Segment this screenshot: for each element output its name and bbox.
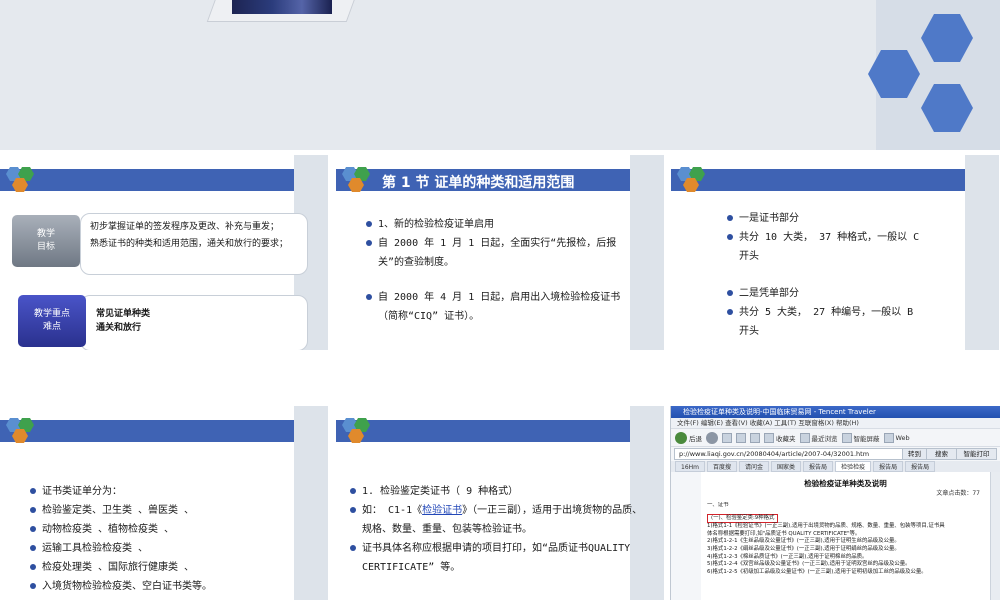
objective-label: 教学 目标: [12, 215, 80, 267]
print-button[interactable]: 智能打印: [956, 449, 996, 459]
go-button[interactable]: 转到: [902, 449, 926, 459]
search-button[interactable]: 搜索: [926, 449, 956, 459]
hexagon-logo: [677, 167, 705, 192]
url-text[interactable]: p://www.liaqi.gov.cn/20080404/article/20…: [679, 449, 902, 459]
bullet-list: 证书类证单分为： 检验鉴定类、卫生类 、兽医类 、 动物检疫类 、植物检疫类 、…: [30, 482, 298, 596]
section-heading: 一、证书: [707, 502, 729, 508]
list-item: 共分 10 大类， 37 种格式，一般以 C 开头: [727, 228, 927, 266]
certificate-link[interactable]: 检验证书: [422, 505, 462, 516]
document-line: 5)格式1-2-4《双宫丝品级及公量证书》(一正三副),适用于证明双宫丝的品级及…: [707, 561, 911, 568]
browser-tab[interactable]: 百度搜: [707, 461, 738, 472]
list-item: 入境货物检验检疫类、空白证书类等。: [30, 577, 298, 596]
hexagon-logo: [6, 167, 34, 192]
web-button[interactable]: Web: [883, 432, 910, 443]
list-item: 共分 5 大类， 27 种编号，一般以 B 开头: [727, 303, 927, 341]
key-points-text: 常见证单种类 通关和放行: [96, 309, 151, 333]
slide-thumbnail-5[interactable]: 1. 检验鉴定类证书（ 9 种格式） 如： C1-1《检验证书》（一正三副），适…: [336, 406, 664, 600]
bullet-list: 1、新的检验检疫证单启用 自 2000 年 1 月 1 日起，全面实行“先报检，…: [366, 215, 634, 326]
presentation-slide-sorter: 教学 目标 初步掌握证单的签发程序及更改、补充与重发； 熟悉证书的种类和适用范围…: [0, 0, 1000, 600]
document-line: 6)格式1-2-5《初级加工品级及公量证书》(一正三副),适用于证明初级加工丝的…: [707, 568, 927, 575]
browser-tab[interactable]: 报告局: [873, 461, 904, 472]
slide-thumbnail-3[interactable]: 一是证书部分 共分 10 大类， 37 种格式，一般以 C 开头 二是凭单部分 …: [671, 155, 999, 350]
smart-block-button[interactable]: 智能屏蔽: [841, 432, 880, 443]
globe-icon: [883, 432, 894, 443]
document-line: 2)格式1-2-1《生丝品级及公量证书》(一正三副),适用于证明生丝的品级及公量…: [707, 538, 900, 545]
list-item: 动物检疫类 、植物检疫类 、: [30, 520, 298, 539]
click-count: 文章点击数：77: [936, 490, 980, 497]
back-button[interactable]: 后退: [675, 431, 702, 444]
browser-tab[interactable]: 报告局: [905, 461, 936, 472]
home-icon[interactable]: [750, 432, 760, 443]
side-strip: [294, 406, 328, 600]
favorites-button[interactable]: 收藏夹: [764, 432, 796, 443]
history-button[interactable]: 最近浏览: [799, 432, 838, 443]
browser-tab-active[interactable]: 检验检疫: [835, 461, 872, 472]
bullet-list: 一是证书部分 共分 10 大类， 37 种格式，一般以 C 开头 二是凭单部分 …: [727, 209, 927, 341]
list-item: 一是证书部分: [727, 209, 927, 228]
title-band: [0, 169, 328, 191]
list-item: 自 2000 年 1 月 1 日起，全面实行“先报检，后报关”的查验制度。: [366, 234, 634, 272]
document-body: 一、证书 (一)、检验鉴定类:9种格式 1)格式1-1《检验证书》(一正三副),…: [707, 502, 984, 576]
browser-screenshot-slide[interactable]: 检验检疫证单种类及说明-中国临床贸易网 - Tencent Traveler 文…: [670, 406, 1000, 600]
browser-tab-bar: 16Hm 百度搜 请问金 国家类 报告局 检验检疫 报告局 报告局: [671, 461, 1000, 472]
browser-toolbar: 后退 收藏夹 最近浏览 智能屏蔽 Web: [671, 429, 1000, 447]
browser-tab[interactable]: 16Hm: [675, 461, 705, 472]
slide-title: 第 1 节 证单的种类和适用范围: [382, 175, 575, 191]
title-band: [336, 420, 664, 442]
document-line: 3)格式1-2-2《绢丝品级及公量证书》(一正三副),适用于证明绢丝的品级及公量…: [707, 545, 900, 552]
top-slide-preview[interactable]: [0, 0, 1000, 150]
list-item: 检验鉴定类、卫生类 、兽医类 、: [30, 501, 298, 520]
browser-menu-bar[interactable]: 文件(F) 编辑(E) 查看(V) 收藏(A) 工具(T) 互联窗格(X) 帮助…: [671, 418, 1000, 429]
history-icon: [799, 432, 810, 443]
title-band: [671, 169, 999, 191]
refresh-icon[interactable]: [736, 432, 746, 443]
list-item: 证书类证单分为：: [30, 482, 298, 501]
browser-tab[interactable]: 请问金: [739, 461, 770, 472]
browser-tab[interactable]: 国家类: [771, 461, 802, 472]
objective-text: 初步掌握证单的签发程序及更改、补充与重发； 熟悉证书的种类和适用范围，通关和放行…: [90, 222, 289, 249]
highlighted-heading: (一)、检验鉴定类:9种格式: [707, 513, 779, 524]
list-item: 1、新的检验检疫证单启用: [366, 215, 634, 234]
key-points-label: 教学重点 难点: [18, 295, 86, 347]
list-item: 证书具体名称应根据申请的项目打印，如“品质证书QUALITY CERTIFICA…: [350, 539, 646, 577]
forward-arrow-icon[interactable]: [706, 431, 718, 444]
browser-title-bar: 检验检疫证单种类及说明-中国临床贸易网 - Tencent Traveler: [671, 406, 1000, 418]
title-band: [0, 420, 328, 442]
list-item: 自 2000 年 4 月 1 日起，启用出入境检验检疫证书（简称“CIQ” 证书…: [366, 288, 634, 326]
list-item: 检疫处理类 、国际旅行健康类 、: [30, 558, 298, 577]
slide-thumbnail-2[interactable]: 第 1 节 证单的种类和适用范围 1、新的检验检疫证单启用 自 2000 年 1…: [336, 155, 664, 350]
stop-icon[interactable]: [722, 432, 732, 443]
vertical-scrollbar[interactable]: [990, 472, 1000, 600]
slide-thumbnail-4[interactable]: 证书类证单分为： 检验鉴定类、卫生类 、兽医类 、 动物检疫类 、植物检疫类 、…: [0, 406, 328, 600]
side-strip: [965, 155, 999, 350]
back-arrow-icon: [675, 431, 687, 444]
side-strip: [630, 155, 664, 350]
star-icon: [764, 432, 774, 443]
page-margin: [671, 472, 701, 600]
header-photo: [232, 0, 332, 14]
bullet-list: 1. 检验鉴定类证书（ 9 种格式） 如： C1-1《检验证书》（一正三副），适…: [350, 482, 646, 577]
address-bar[interactable]: p://www.liaqi.gov.cn/20080404/article/20…: [674, 448, 997, 460]
list-item: 二是凭单部分: [727, 284, 927, 303]
shield-icon: [841, 432, 852, 443]
list-item: 运输工具检验检疫类 、: [30, 539, 298, 558]
document-line: 1)格式1-1《检验证书》(一正三副),适用于出境货物的品质、规格、数量、重量、…: [707, 523, 945, 530]
slide-thumbnail-1[interactable]: 教学 目标 初步掌握证单的签发程序及更改、补充与重发； 熟悉证书的种类和适用范围…: [0, 155, 328, 350]
hexagon-decoration: [868, 14, 973, 132]
hexagon-logo: [342, 418, 370, 443]
list-item: 如： C1-1《检验证书》（一正三副），适用于出境货物的品质、规格、数量、重量、…: [350, 501, 646, 539]
hexagon-logo: [6, 418, 34, 443]
list-item: 1. 检验鉴定类证书（ 9 种格式）: [350, 482, 646, 501]
hexagon-logo: [342, 167, 370, 192]
web-page-content: 检验检疫证单种类及说明 文章点击数：77 一、证书 (一)、检验鉴定类:9种格式…: [701, 472, 990, 600]
browser-tab[interactable]: 报告局: [803, 461, 834, 472]
